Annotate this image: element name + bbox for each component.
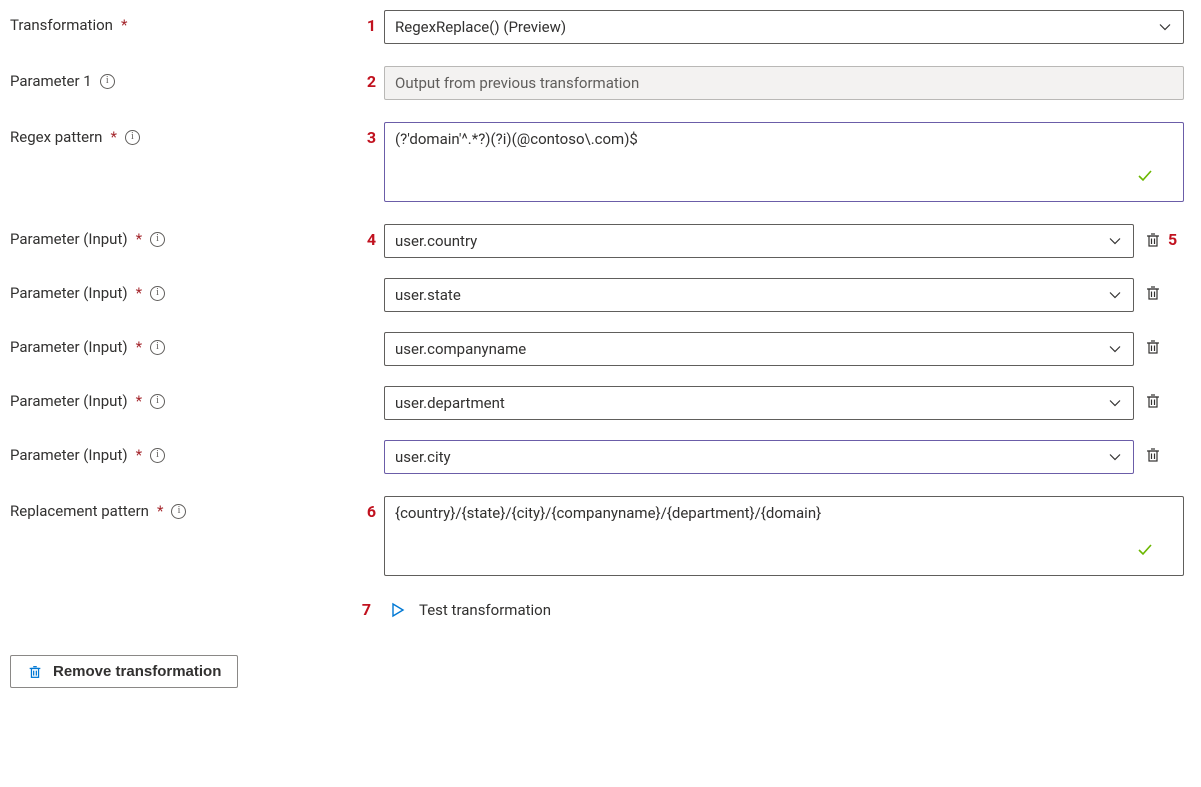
info-icon[interactable]: i	[150, 286, 165, 301]
callout-6: 6	[358, 496, 384, 521]
regex-pattern-input[interactable]: (?'domain'^.*?)(?i)(@contoso\.com)$	[384, 122, 1184, 202]
test-transformation-link[interactable]: Test transformation	[419, 601, 551, 619]
label-param-input-text: Parameter (Input)	[10, 230, 128, 248]
label-parameter1-text: Parameter 1	[10, 72, 92, 90]
chevron-down-icon	[1107, 233, 1123, 249]
label-param-input-text: Parameter (Input)	[10, 392, 128, 410]
chevron-down-icon	[1107, 395, 1123, 411]
param-input-select[interactable]: user.companyname	[384, 332, 1134, 366]
transformation-value: RegexReplace() (Preview)	[395, 18, 566, 36]
remove-transformation-button[interactable]: Remove transformation	[10, 655, 238, 688]
trash-icon[interactable]	[1144, 446, 1162, 464]
info-icon[interactable]: i	[150, 448, 165, 463]
label-replacement-pattern: Replacement pattern * i	[10, 496, 358, 520]
chevron-down-icon	[1157, 19, 1173, 35]
param-input-select[interactable]: user.city	[384, 440, 1134, 474]
required-asterisk: *	[136, 446, 142, 464]
callout-1: 1	[358, 10, 384, 35]
label-regex-pattern-text: Regex pattern	[10, 128, 102, 146]
label-regex-pattern: Regex pattern * i	[10, 122, 358, 146]
required-asterisk: *	[121, 16, 127, 34]
label-param-input: Parameter (Input) * i	[10, 224, 358, 248]
remove-transformation-label: Remove transformation	[53, 663, 221, 680]
label-replacement-pattern-text: Replacement pattern	[10, 502, 149, 520]
trash-icon[interactable]	[1144, 392, 1162, 410]
parameter1-input: Output from previous transformation	[384, 66, 1184, 100]
regex-pattern-value: (?'domain'^.*?)(?i)(@contoso\.com)$	[395, 130, 638, 148]
trash-icon	[27, 664, 43, 680]
callout-7: 7	[357, 600, 371, 619]
label-parameter1: Parameter 1 i	[10, 66, 358, 90]
parameter1-placeholder: Output from previous transformation	[395, 74, 639, 92]
trash-icon[interactable]	[1144, 284, 1162, 302]
label-transformation-text: Transformation	[10, 16, 113, 34]
chevron-down-icon	[1107, 287, 1123, 303]
label-transformation: Transformation *	[10, 10, 358, 34]
replacement-pattern-value: {country}/{state}/{city}/{companyname}/{…	[395, 504, 821, 522]
required-asterisk: *	[110, 128, 116, 146]
info-icon[interactable]: i	[125, 130, 140, 145]
chevron-down-icon	[1107, 341, 1123, 357]
param-input-value: user.country	[395, 232, 477, 250]
param-input-select[interactable]: user.state	[384, 278, 1134, 312]
label-param-input-text: Parameter (Input)	[10, 446, 128, 464]
label-param-input: Parameter (Input) * i	[10, 332, 358, 356]
param-input-value: user.companyname	[395, 340, 526, 358]
info-icon[interactable]: i	[150, 340, 165, 355]
label-param-input: Parameter (Input) * i	[10, 278, 358, 302]
info-icon[interactable]: i	[150, 232, 165, 247]
required-asterisk: *	[157, 502, 163, 520]
param-input-value: user.department	[395, 394, 505, 412]
transformation-select[interactable]: RegexReplace() (Preview)	[384, 10, 1184, 44]
replacement-pattern-input[interactable]: {country}/{state}/{city}/{companyname}/{…	[384, 496, 1184, 576]
required-asterisk: *	[136, 284, 142, 302]
trash-icon[interactable]	[1144, 338, 1162, 356]
param-input-value: user.city	[395, 448, 451, 466]
callout-2: 2	[358, 66, 384, 91]
required-asterisk: *	[136, 392, 142, 410]
trash-icon[interactable]	[1144, 231, 1162, 249]
label-param-input: Parameter (Input) * i	[10, 386, 358, 410]
param-input-select[interactable]: user.department	[384, 386, 1134, 420]
label-param-input-text: Parameter (Input)	[10, 284, 128, 302]
chevron-down-icon	[1107, 449, 1123, 465]
label-param-input-text: Parameter (Input)	[10, 338, 128, 356]
info-icon[interactable]: i	[150, 394, 165, 409]
param-input-value: user.state	[395, 286, 461, 304]
required-asterisk: *	[136, 230, 142, 248]
callout-5: 5	[1168, 230, 1177, 249]
checkmark-icon	[1136, 505, 1173, 595]
label-param-input: Parameter (Input) * i	[10, 440, 358, 464]
param-input-select[interactable]: user.country	[384, 224, 1134, 258]
info-icon[interactable]: i	[100, 74, 115, 89]
required-asterisk: *	[136, 338, 142, 356]
checkmark-icon	[1136, 131, 1173, 221]
callout-3: 3	[358, 122, 384, 147]
callout-4: 4	[358, 224, 384, 249]
info-icon[interactable]: i	[171, 504, 186, 519]
play-icon[interactable]	[389, 602, 405, 618]
